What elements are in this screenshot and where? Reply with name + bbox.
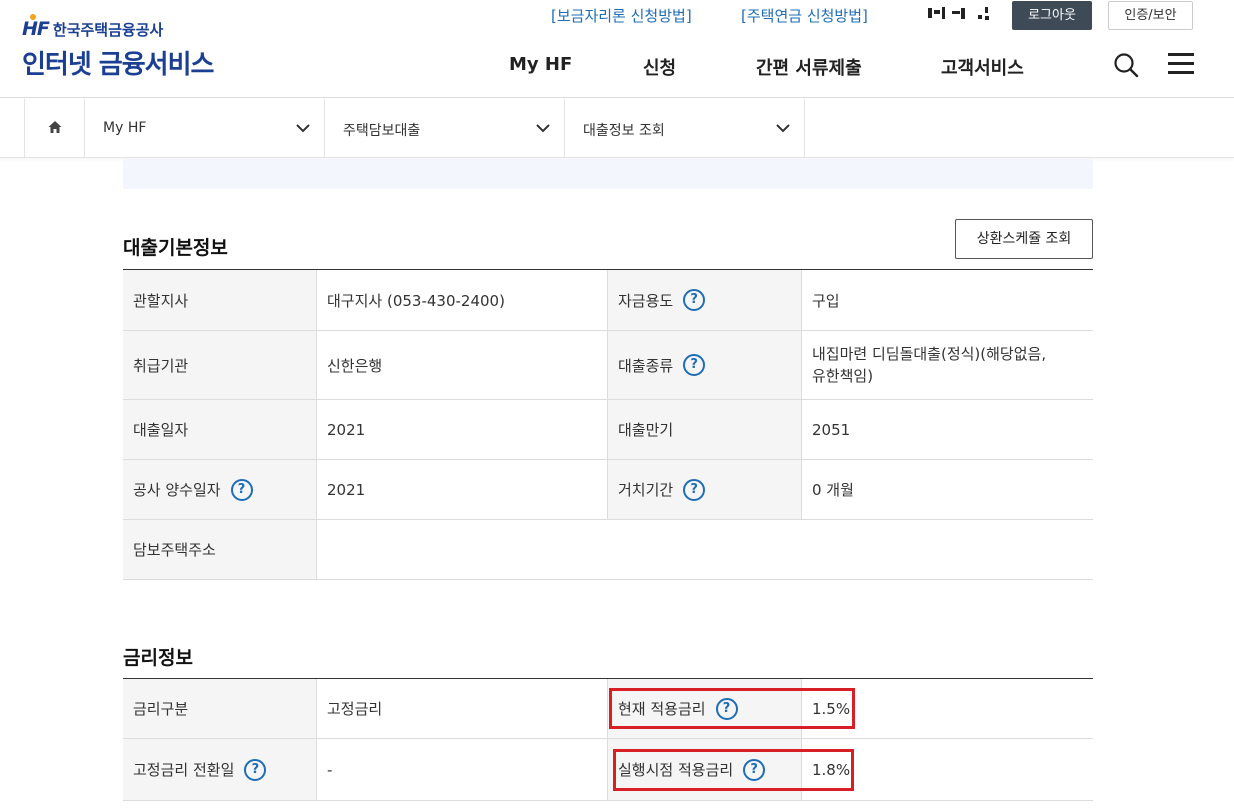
bogeumjari-guide-link[interactable]: [보금자리론 신청방법] bbox=[551, 5, 692, 26]
service-title[interactable]: 인터넷 금융서비스 bbox=[22, 44, 214, 81]
chevron-down-icon bbox=[536, 124, 550, 133]
breadcrumb-my-hf[interactable]: My HF bbox=[85, 99, 325, 158]
loan-basic-info-title: 대출기본정보 bbox=[123, 237, 228, 259]
loan-basic-info-table: 관할지사 대구지사 (053-430-2400) 자금용도? 구입 취급기관 신… bbox=[123, 269, 1093, 580]
grace-period-header: 거치기간? bbox=[607, 460, 801, 519]
loan-type-header: 대출종류? bbox=[607, 331, 801, 399]
help-icon[interactable]: ? bbox=[683, 354, 706, 376]
rate-type-header: 금리구분 bbox=[123, 679, 316, 738]
table-row: 금리구분 고정금리 현재 적용금리? 1.5% bbox=[123, 679, 1093, 739]
table-row: 고정금리 전환일? - 실행시점 적용금리? 1.8% bbox=[123, 739, 1093, 801]
fixed-rate-switch-date-header: 고정금리 전환일? bbox=[123, 739, 316, 800]
table-row: 관할지사 대구지사 (053-430-2400) 자금용도? 구입 bbox=[123, 270, 1093, 331]
chevron-down-icon bbox=[296, 124, 310, 133]
gnb-customer-service[interactable]: 고객서비스 bbox=[941, 54, 1024, 80]
lender-value: 신한은행 bbox=[316, 331, 607, 399]
breadcrumb-home[interactable] bbox=[24, 99, 85, 158]
pension-guide-link[interactable]: [주택연금 신청방법] bbox=[741, 5, 868, 26]
loan-type-value: 내집마련 디딤돌대출(정식)(해당없음, 유한책임) bbox=[801, 331, 1093, 399]
breadcrumb-mortgage-loan[interactable]: 주택담보대출 bbox=[325, 99, 565, 158]
gnb-apply[interactable]: 신청 bbox=[643, 54, 676, 80]
gnb-my-hf[interactable]: My HF bbox=[509, 54, 572, 75]
rate-info-table: 금리구분 고정금리 현재 적용금리? 1.5% 고정금리 전환일? - 실행시점… bbox=[123, 678, 1093, 801]
loan-date-value: 2021 bbox=[316, 400, 607, 459]
rate-info-title: 금리정보 bbox=[123, 647, 193, 669]
fund-purpose-value: 구입 bbox=[801, 270, 1093, 330]
transfer-date-value: 2021 bbox=[316, 460, 607, 519]
table-row: 담보주택주소 bbox=[123, 520, 1093, 580]
breadcrumb-label: 주택담보대출 bbox=[343, 123, 421, 139]
cert-security-button[interactable]: 인증/보안 bbox=[1108, 1, 1193, 30]
fund-purpose-header: 자금용도? bbox=[607, 270, 801, 330]
logo-corp-name: 한국주택금융공사 bbox=[52, 20, 164, 39]
loan-date-header: 대출일자 bbox=[123, 400, 316, 459]
rate-type-value: 고정금리 bbox=[316, 679, 607, 738]
logout-button[interactable]: 로그아웃 bbox=[1012, 1, 1092, 30]
site-header: HF 한국주택금융공사 인터넷 금융서비스 [보금자리론 신청방법] [주택연금… bbox=[0, 0, 1234, 98]
masked-user-name bbox=[928, 5, 990, 21]
logo-mark: HF bbox=[22, 14, 50, 40]
highlight-box-current-rate bbox=[609, 688, 855, 729]
loan-maturity-header: 대출만기 bbox=[607, 400, 801, 459]
help-icon[interactable]: ? bbox=[683, 289, 706, 311]
collateral-address-value bbox=[316, 520, 1093, 579]
grace-period-value: 0 개월 bbox=[801, 460, 1093, 519]
branch-value: 대구지사 (053-430-2400) bbox=[316, 270, 607, 330]
help-icon[interactable]: ? bbox=[683, 478, 706, 501]
fixed-rate-switch-date-value: - bbox=[316, 739, 607, 800]
lender-header: 취급기관 bbox=[123, 331, 316, 399]
breadcrumb-loan-info-inquiry[interactable]: 대출정보 조회 bbox=[565, 99, 805, 158]
breadcrumb: My HF 주택담보대출 대출정보 조회 bbox=[0, 99, 1234, 158]
table-row: 대출일자 2021 대출만기 2051 bbox=[123, 400, 1093, 460]
breadcrumb-label: 대출정보 조회 bbox=[583, 123, 665, 139]
repayment-schedule-button[interactable]: 상환스케쥴 조회 bbox=[955, 219, 1093, 259]
chevron-down-icon bbox=[776, 124, 790, 133]
search-icon[interactable] bbox=[1113, 52, 1139, 78]
notice-band bbox=[123, 159, 1093, 189]
help-icon[interactable]: ? bbox=[244, 758, 267, 781]
breadcrumb-label: My HF bbox=[103, 120, 147, 136]
table-row: 취급기관 신한은행 대출종류? 내집마련 디딤돌대출(정식)(해당없음, 유한책… bbox=[123, 331, 1093, 400]
collateral-address-header: 담보주택주소 bbox=[123, 520, 316, 579]
loan-maturity-value: 2051 bbox=[801, 400, 1093, 459]
highlight-box-execution-rate bbox=[613, 749, 854, 791]
gnb-easy-doc-submit[interactable]: 간편 서류제출 bbox=[756, 54, 862, 80]
help-icon[interactable]: ? bbox=[230, 478, 253, 501]
logo[interactable]: HF 한국주택금융공사 bbox=[22, 14, 164, 40]
table-row: 공사 양수일자? 2021 거치기간? 0 개월 bbox=[123, 460, 1093, 520]
branch-header: 관할지사 bbox=[123, 270, 316, 330]
home-icon bbox=[48, 121, 62, 133]
hamburger-menu-icon[interactable] bbox=[1168, 53, 1194, 75]
transfer-date-header: 공사 양수일자? bbox=[123, 460, 316, 519]
